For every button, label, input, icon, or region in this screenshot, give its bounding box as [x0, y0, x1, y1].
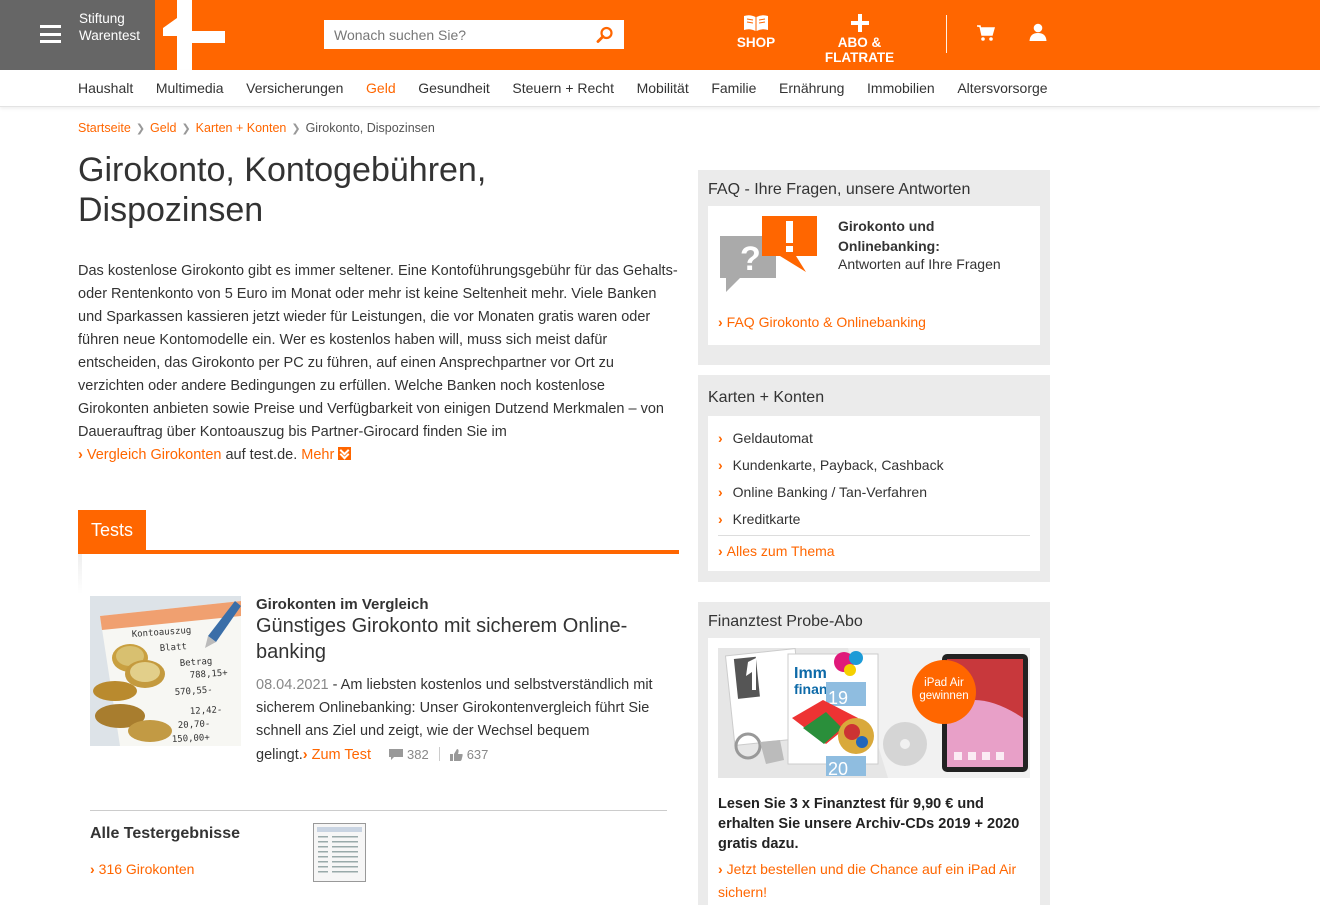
user-account-icon[interactable] — [1029, 23, 1047, 42]
topic-item-kundenkarte[interactable]: › Kundenkarte, Payback, Cashback — [718, 452, 1030, 479]
breadcrumb-startseite[interactable]: Startseite — [78, 121, 131, 135]
like-count: 637 — [466, 747, 489, 762]
svg-text:150,00+: 150,00+ — [172, 733, 211, 745]
probe-abo-box: Finanztest Probe-Abo Imm finan 19 20 iPa… — [698, 602, 1050, 905]
breadcrumb: Startseite ❯ Geld ❯ Karten + Konten ❯ Girokont… — [78, 121, 435, 135]
chevron-right-icon: › — [718, 430, 723, 446]
chevron-right-icon: › — [718, 457, 723, 473]
comment-icon — [389, 749, 403, 760]
faq-subtitle: Antworten auf Ihre Fragen — [838, 256, 1001, 272]
brand-name[interactable]: Stiftung Warentest — [79, 10, 140, 44]
svg-text:12,42-: 12,42- — [190, 705, 223, 717]
faq-heading: FAQ - Ihre Fragen, unsere Antworten — [708, 181, 971, 198]
chevron-right-icon: ❯ — [181, 123, 191, 135]
probe-abo-image[interactable]: Imm finan 19 20 iPad Air gewinnen — [718, 648, 1030, 778]
chevron-right-icon: › — [718, 314, 723, 330]
cart-icon[interactable] — [976, 24, 996, 42]
svg-text:finan: finan — [794, 681, 827, 697]
faq-link[interactable]: › FAQ Girokonto & Onlinebanking — [718, 314, 926, 330]
breadcrumb-geld[interactable]: Geld — [150, 121, 176, 135]
double-chevron-down-icon — [338, 447, 352, 460]
chevron-right-icon: › — [302, 747, 308, 763]
breadcrumb-current: Girokonto, Dispozinsen — [305, 121, 435, 135]
chevron-right-icon: › — [718, 861, 723, 877]
breadcrumb-karten-konten[interactable]: Karten + Konten — [196, 121, 287, 135]
book-icon — [744, 15, 768, 31]
tests-tab[interactable]: Tests — [78, 510, 146, 550]
hamburger-menu-icon[interactable] — [40, 25, 61, 43]
probe-abo-heading: Finanztest Probe-Abo — [708, 613, 863, 630]
more-link[interactable]: Mehr — [301, 447, 352, 463]
header-divider — [946, 15, 947, 53]
alles-zum-thema-link[interactable]: › Alles zum Thema — [708, 536, 1040, 559]
nav-item-ernaehrung[interactable]: Ernährung — [779, 70, 844, 106]
topic-item-kreditkarte[interactable]: › Kreditkarte — [718, 506, 1030, 533]
test-description: 08.04.2021 - Am liebsten kostenlos und s… — [256, 677, 653, 763]
comment-count: 382 — [407, 747, 429, 762]
page-title: Girokonto, Kontogebühren, Dispozinsen — [78, 151, 487, 229]
nav-item-geld[interactable]: Geld — [366, 70, 396, 106]
probe-abo-link[interactable]: › Jetzt bestellen und die Chance auf ein … — [718, 858, 1036, 904]
nav-item-haushalt[interactable]: Haushalt — [78, 70, 133, 106]
nav-item-altersvorsorge[interactable]: Altersvorsorge — [957, 70, 1047, 106]
nav-item-steuern-recht[interactable]: Steuern + Recht — [512, 70, 614, 106]
test-date: 08.04.2021 — [256, 677, 329, 693]
stiftung-warentest-logo-icon[interactable] — [155, 0, 230, 70]
chevron-right-icon: ❯ — [291, 123, 301, 135]
nav-item-mobilitaet[interactable]: Mobilität — [637, 70, 689, 106]
test-kicker: Girokonten im Vergleich — [256, 596, 429, 613]
menu-panel: Stiftung Warentest — [0, 0, 155, 70]
svg-text:20: 20 — [828, 759, 848, 778]
faq-box: FAQ - Ihre Fragen, unsere Antworten ? Gi… — [698, 170, 1050, 365]
nav-item-multimedia[interactable]: Multimedia — [156, 70, 224, 106]
nav-item-versicherungen[interactable]: Versicherungen — [246, 70, 343, 106]
abo-flatrate-link[interactable]: ABO & FLATRATE — [802, 14, 917, 65]
karten-konten-heading: Karten + Konten — [708, 389, 825, 406]
probe-abo-text: Lesen Sie 3 x Finanztest für 9,90 € und … — [718, 796, 1020, 852]
chevron-right-icon: › — [78, 447, 83, 463]
chevron-right-icon: › — [718, 543, 723, 559]
svg-text:?: ? — [740, 240, 761, 278]
faq-title[interactable]: Girokonto und Onlinebanking: — [838, 216, 1018, 256]
search-input[interactable] — [324, 20, 599, 49]
nav-item-familie[interactable]: Familie — [711, 70, 756, 106]
search-icon[interactable] — [596, 26, 614, 44]
test-teaser-image[interactable]: Kontoauszug Blatt Betrag 788,15+ 570,55-… — [90, 596, 241, 746]
thumbs-up-icon — [449, 749, 463, 761]
divider — [90, 810, 667, 811]
topic-item-online-banking[interactable]: › Online Banking / Tan-Verfahren — [718, 479, 1030, 506]
intro-text: Das kostenlose Girokonto gibt es immer s… — [78, 263, 678, 463]
top-header: Stiftung Warentest SHOP ABO & FLATRATE — [0, 0, 1320, 70]
chevron-right-icon: › — [718, 511, 723, 527]
topic-item-geldautomat[interactable]: › Geldautomat — [718, 425, 1030, 452]
karten-konten-box: Karten + Konten › Geldautomat › Kundenkart… — [698, 375, 1050, 582]
vergleich-girokonten-link[interactable]: Vergleich Girokonten — [87, 447, 222, 463]
category-nav: Haushalt Multimedia Versicherungen Geld … — [0, 70, 1320, 107]
results-table-thumbnail[interactable] — [313, 823, 366, 882]
svg-text:20,70-: 20,70- — [178, 719, 211, 731]
tests-tab-underline — [78, 550, 679, 554]
svg-text:Blatt: Blatt — [160, 642, 188, 654]
svg-text:Imm: Imm — [794, 665, 827, 682]
chevron-right-icon: ❯ — [135, 123, 146, 135]
chevron-right-icon: › — [90, 861, 95, 877]
search-box — [324, 20, 624, 49]
nav-item-immobilien[interactable]: Immobilien — [867, 70, 935, 106]
ipad-badge-text: iPad Air gewinnen — [919, 677, 969, 702]
nav-item-gesundheit[interactable]: Gesundheit — [418, 70, 490, 106]
shop-link[interactable]: SHOP — [735, 14, 777, 50]
test-meta: 382 637 — [389, 747, 488, 762]
plus-icon — [850, 14, 869, 32]
zum-test-link[interactable]: Zum Test — [312, 747, 371, 763]
test-title[interactable]: Günstiges Girokonto mit sicherem Online-… — [256, 613, 676, 665]
magazine-promo-graphic: Imm finan 19 20 — [718, 648, 1030, 778]
chevron-right-icon: › — [718, 484, 723, 500]
question-exclamation-icon: ? — [720, 216, 817, 292]
all-results-heading: Alle Testergebnisse — [90, 825, 240, 842]
all-results-link[interactable]: › 316 Girokonten — [90, 861, 194, 877]
